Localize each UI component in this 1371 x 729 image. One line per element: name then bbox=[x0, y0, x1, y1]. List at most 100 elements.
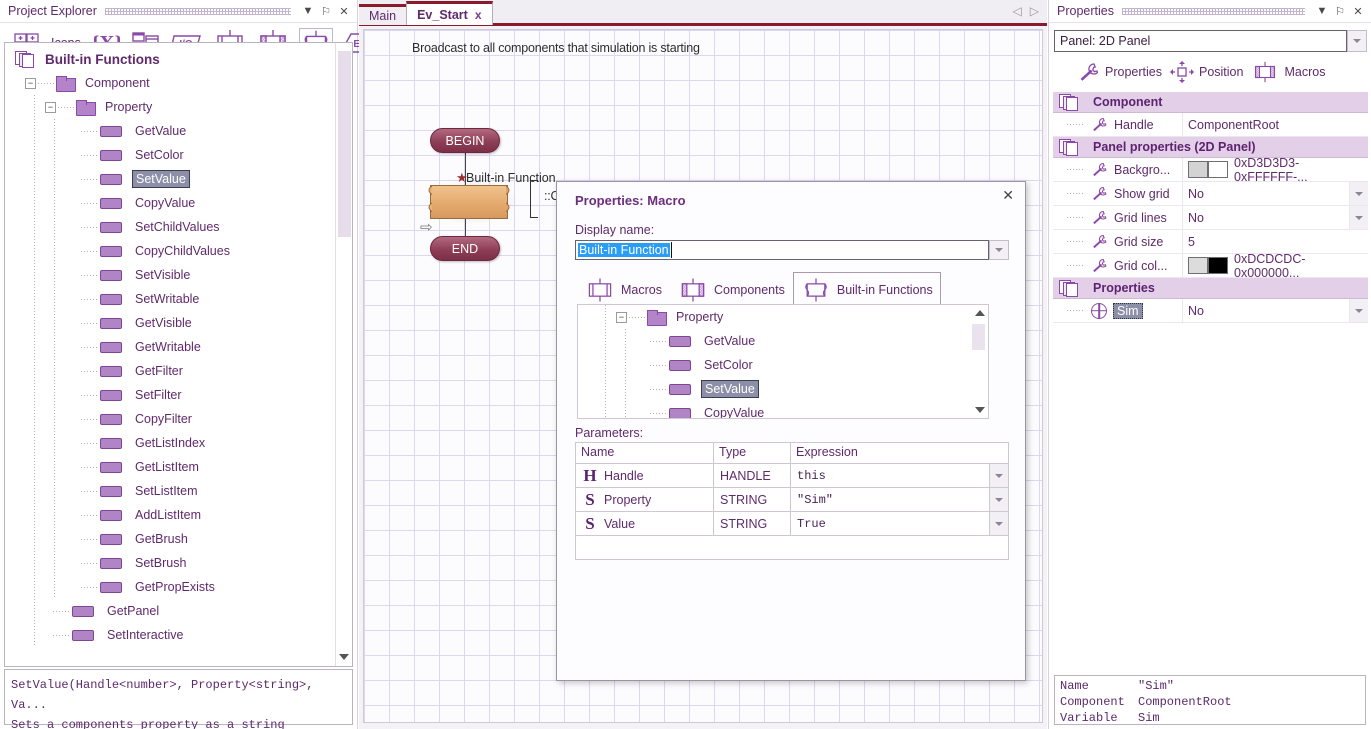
titlebar-drag-handle[interactable] bbox=[105, 8, 291, 15]
dialog-tree-item-function[interactable]: SetValue bbox=[578, 377, 988, 401]
tree-item-property[interactable]: −Property bbox=[5, 95, 352, 119]
tree-item-function[interactable]: GetListIndex bbox=[5, 431, 352, 455]
dialog-tree-item-function[interactable]: GetValue bbox=[578, 329, 988, 353]
property-row[interactable]: Grid linesNo bbox=[1053, 206, 1368, 230]
property-value-cell[interactable]: ComponentRoot bbox=[1183, 113, 1368, 136]
color-swatch-2[interactable] bbox=[1208, 257, 1228, 274]
tree-item-function[interactable]: CopyFilter bbox=[5, 407, 352, 431]
tree-scrollbar[interactable] bbox=[335, 43, 352, 666]
tree-item-function[interactable]: CopyValue bbox=[5, 191, 352, 215]
property-value-cell[interactable]: 5 bbox=[1183, 230, 1368, 253]
property-value-dropdown-icon[interactable] bbox=[1349, 206, 1368, 229]
tree-expander[interactable]: − bbox=[25, 78, 36, 89]
tree-item-function[interactable]: GetVisible bbox=[5, 311, 352, 335]
tree-item-function[interactable]: GetPropExists bbox=[5, 575, 352, 599]
tab-properties[interactable]: Properties bbox=[1078, 62, 1162, 82]
property-group-header[interactable]: Component bbox=[1053, 92, 1368, 113]
tab-main[interactable]: Main bbox=[359, 4, 406, 25]
panel-close-icon[interactable]: ✕ bbox=[335, 2, 353, 20]
parameter-row[interactable]: SValueSTRINGTrue bbox=[576, 511, 1008, 535]
tab-close-icon[interactable]: x bbox=[475, 8, 482, 22]
tree-item-function[interactable]: GetBrush bbox=[5, 527, 352, 551]
parameter-expression-dropdown-icon[interactable] bbox=[989, 512, 1008, 535]
dialog-tree-scrollbar[interactable] bbox=[970, 304, 989, 419]
property-value-cell[interactable]: 0xDCDCDC-0x000000... bbox=[1183, 254, 1368, 277]
tree-item-function[interactable]: GetValue bbox=[5, 119, 352, 143]
tree-expander[interactable]: − bbox=[616, 312, 627, 323]
tab-macros[interactable]: Macros bbox=[1251, 61, 1325, 83]
tree-item-function[interactable]: SetFilter bbox=[5, 383, 352, 407]
tree-item-function[interactable]: CopyChildValues bbox=[5, 239, 352, 263]
tree-item-component[interactable]: −Component bbox=[5, 71, 352, 95]
tree-item-function[interactable]: GetFilter bbox=[5, 359, 352, 383]
properties-close-icon[interactable]: ✕ bbox=[1349, 2, 1367, 20]
property-value-cell[interactable]: 0xD3D3D3-0xFFFFFF-... bbox=[1183, 158, 1368, 181]
tree-item-function[interactable]: SetValue bbox=[5, 167, 352, 191]
dialog-tree-item-function[interactable]: CopyValue bbox=[578, 401, 988, 419]
property-row[interactable]: HandleComponentRoot bbox=[1053, 113, 1368, 137]
property-group-header[interactable]: Properties bbox=[1053, 278, 1368, 299]
panel-pin-icon[interactable]: ⚐ bbox=[317, 2, 335, 20]
object-selector-dropdown-icon[interactable] bbox=[1347, 30, 1367, 52]
dialog-scroll-up-icon[interactable] bbox=[975, 310, 985, 316]
tree-scrollbar-thumb[interactable] bbox=[338, 51, 351, 237]
function-tree[interactable]: Built-in Functions−Component−PropertyGet… bbox=[4, 42, 353, 667]
properties-pin-icon[interactable]: ⚐ bbox=[1331, 2, 1349, 20]
parameter-expression-cell[interactable]: True bbox=[791, 512, 1008, 535]
parameter-row[interactable]: HHandleHANDLEthis bbox=[576, 463, 1008, 487]
macro-properties-dialog[interactable]: Properties: Macro ✕ Display name: Built-… bbox=[556, 181, 1026, 681]
tree-item-function[interactable]: SetVisible bbox=[5, 263, 352, 287]
property-row[interactable]: Grid col...0xDCDCDC-0x000000... bbox=[1053, 254, 1368, 278]
dialog-close-icon[interactable]: ✕ bbox=[1002, 187, 1014, 204]
flow-node-begin[interactable]: BEGIN bbox=[430, 128, 500, 153]
display-name-dropdown-icon[interactable] bbox=[989, 240, 1009, 260]
tree-item-function[interactable]: AddListItem bbox=[5, 503, 352, 527]
property-row[interactable]: Backgro...0xD3D3D3-0xFFFFFF-... bbox=[1053, 158, 1368, 182]
panel-menu-icon[interactable]: ▼ bbox=[299, 2, 317, 20]
parameter-expression-cell[interactable]: this bbox=[791, 464, 1008, 487]
display-name-input[interactable]: Built-in Function bbox=[575, 240, 989, 260]
flow-node-function[interactable] bbox=[430, 185, 508, 219]
parameter-expression-dropdown-icon[interactable] bbox=[989, 464, 1008, 487]
tree-item-function[interactable]: SetWritable bbox=[5, 287, 352, 311]
parameter-expression-dropdown-icon[interactable] bbox=[989, 488, 1008, 511]
tree-scroll-down-icon[interactable] bbox=[339, 654, 349, 660]
properties-drag-handle[interactable] bbox=[1122, 8, 1305, 15]
tree-item-function[interactable]: SetInteractive bbox=[5, 623, 352, 647]
properties-menu-icon[interactable]: ▼ bbox=[1313, 2, 1331, 20]
tab-ev-start[interactable]: Ev_Start x bbox=[406, 1, 492, 25]
dialog-function-tree[interactable]: −PropertyGetValueSetColorSetValueCopyVal… bbox=[577, 304, 989, 419]
tree-item-function[interactable]: GetWritable bbox=[5, 335, 352, 359]
dialog-tab-macros[interactable]: Macros bbox=[577, 272, 670, 308]
parameter-expression-cell[interactable]: "Sim" bbox=[791, 488, 1008, 511]
tree-item-function[interactable]: SetListItem bbox=[5, 479, 352, 503]
dialog-tab-components[interactable]: Components bbox=[670, 272, 793, 308]
tree-item-function[interactable]: SetColor bbox=[5, 143, 352, 167]
property-value-cell[interactable]: No bbox=[1183, 206, 1368, 229]
tree-expander[interactable]: − bbox=[45, 102, 56, 113]
dialog-scroll-down-icon[interactable] bbox=[975, 407, 985, 413]
parameter-row[interactable]: SPropertySTRING"Sim" bbox=[576, 487, 1008, 511]
dialog-tree-item-function[interactable]: SetColor bbox=[578, 353, 988, 377]
tree-item-function[interactable]: SetChildValues bbox=[5, 215, 352, 239]
parameters-empty-row[interactable] bbox=[576, 535, 1008, 559]
flow-node-end[interactable]: END bbox=[430, 236, 500, 261]
tab-position[interactable]: Position bbox=[1170, 61, 1243, 83]
property-value-cell[interactable]: No bbox=[1183, 182, 1368, 205]
property-row[interactable]: Grid size5 bbox=[1053, 230, 1368, 254]
property-value-cell[interactable]: No bbox=[1183, 299, 1368, 322]
dialog-tree-item-property[interactable]: −Property bbox=[578, 305, 988, 329]
property-value-dropdown-icon[interactable] bbox=[1349, 299, 1368, 322]
color-swatch-1[interactable] bbox=[1188, 257, 1208, 274]
tree-item-function[interactable]: SetBrush bbox=[5, 551, 352, 575]
property-row[interactable]: Show gridNo bbox=[1053, 182, 1368, 206]
property-row[interactable]: SimNo bbox=[1053, 299, 1368, 323]
tree-item-function[interactable]: GetListItem bbox=[5, 455, 352, 479]
color-swatch-2[interactable] bbox=[1208, 161, 1228, 178]
tree-item-function[interactable]: GetPanel bbox=[5, 599, 352, 623]
tab-prev-icon[interactable]: ◁ bbox=[1013, 4, 1022, 18]
dialog-scrollbar-thumb[interactable] bbox=[972, 324, 985, 350]
color-swatch-1[interactable] bbox=[1188, 161, 1208, 178]
object-selector[interactable]: Panel: 2D Panel bbox=[1054, 30, 1367, 52]
dialog-tab-builtin-functions[interactable]: Built-in Functions bbox=[793, 272, 941, 308]
